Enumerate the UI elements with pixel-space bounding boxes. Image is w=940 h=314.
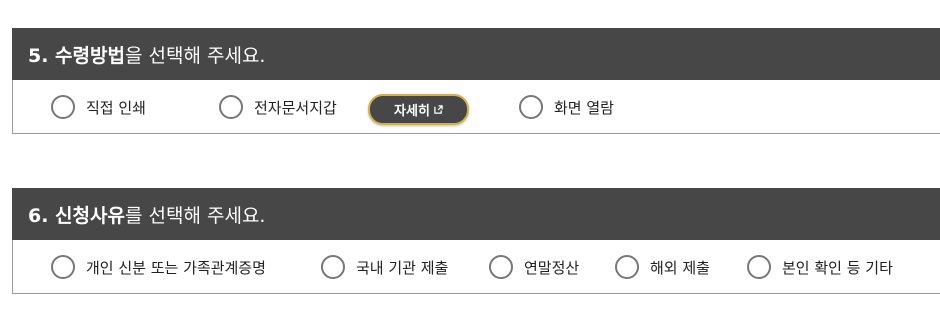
option-label: 국내 기관 제출 bbox=[356, 258, 449, 277]
option-label: 본인 확인 등 기타 bbox=[782, 258, 893, 277]
request-reason-header: 6. 신청사유 를 선택해 주세요. bbox=[12, 188, 940, 240]
external-link-icon bbox=[434, 105, 443, 114]
radio-button[interactable] bbox=[747, 255, 771, 279]
option-identity-family[interactable]: 개인 신분 또는 가족관계증명 bbox=[51, 252, 266, 282]
request-reason-title-rest: 를 선택해 주세요. bbox=[124, 204, 266, 227]
option-label: 화면 열람 bbox=[554, 98, 614, 117]
option-domestic-agency[interactable]: 국내 기관 제출 bbox=[321, 252, 448, 282]
receipt-method-section: 5. 수령방법 을 선택해 주세요. 직접 인쇄 전자문서지갑 자세히 화면 열람 bbox=[12, 28, 940, 134]
option-label: 개인 신분 또는 가족관계증명 bbox=[86, 258, 266, 277]
option-label: 연말정산 bbox=[524, 258, 580, 277]
option-other[interactable]: 본인 확인 등 기타 bbox=[747, 252, 893, 282]
option-label: 전자문서지갑 bbox=[254, 98, 337, 117]
detail-button-label: 자세히 bbox=[394, 104, 430, 119]
radio-button[interactable] bbox=[519, 95, 543, 119]
option-label: 직접 인쇄 bbox=[86, 98, 146, 117]
request-reason-options: 개인 신분 또는 가족관계증명 국내 기관 제출 연말정산 해외 제출 본인 확… bbox=[12, 240, 940, 294]
radio-button[interactable] bbox=[489, 255, 513, 279]
option-overseas[interactable]: 해외 제출 bbox=[615, 252, 710, 282]
option-screen-view[interactable]: 화면 열람 bbox=[519, 92, 614, 122]
option-year-end-settlement[interactable]: 연말정산 bbox=[489, 252, 579, 282]
radio-button[interactable] bbox=[615, 255, 639, 279]
detail-button[interactable]: 자세히 bbox=[368, 94, 469, 125]
receipt-method-header: 5. 수령방법 을 선택해 주세요. bbox=[12, 28, 940, 80]
receipt-method-options: 직접 인쇄 전자문서지갑 자세히 화면 열람 bbox=[12, 80, 940, 134]
radio-button[interactable] bbox=[321, 255, 345, 279]
request-reason-section: 6. 신청사유 를 선택해 주세요. 개인 신분 또는 가족관계증명 국내 기관 … bbox=[12, 188, 940, 294]
radio-button[interactable] bbox=[219, 95, 243, 119]
radio-button[interactable] bbox=[51, 255, 75, 279]
option-direct-print[interactable]: 직접 인쇄 bbox=[51, 92, 146, 122]
request-reason-title-strong: 6. 신청사유 bbox=[28, 204, 125, 227]
option-label: 해외 제출 bbox=[650, 258, 710, 277]
radio-button[interactable] bbox=[51, 95, 75, 119]
receipt-method-title-rest: 을 선택해 주세요. bbox=[124, 44, 266, 67]
receipt-method-title-strong: 5. 수령방법 bbox=[28, 44, 125, 67]
option-e-document-wallet[interactable]: 전자문서지갑 bbox=[219, 92, 337, 122]
